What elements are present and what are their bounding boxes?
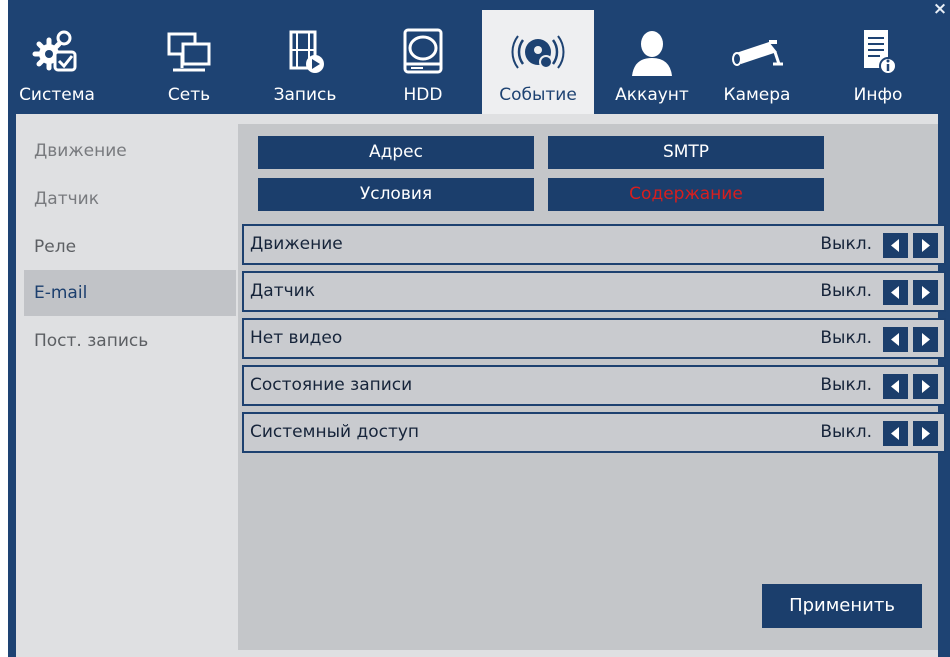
tab-label: Сеть: [167, 85, 211, 105]
bullet-camera-icon: [732, 40, 783, 66]
row-label: Нет видео: [250, 328, 343, 348]
option-row-record-status: Состояние записи Выкл.: [242, 365, 946, 406]
tab-label: Инфо: [853, 85, 903, 105]
arrow-right-icon[interactable]: [913, 374, 938, 399]
email-settings-panel: Адрес SMTP Условия Содержание Движение В…: [238, 124, 946, 650]
content-area: Движение Датчик Реле E-mail Пост. запись…: [16, 114, 946, 657]
film-record-icon: [289, 30, 324, 73]
arrow-left-icon[interactable]: [883, 421, 908, 446]
tab-label: HDD: [403, 85, 443, 105]
user-account-icon: [632, 31, 672, 76]
arrow-right-icon[interactable]: [913, 327, 938, 352]
sidebar-item-relay[interactable]: Реле: [24, 224, 236, 270]
tab-conditions[interactable]: Условия: [258, 178, 534, 211]
tab-record[interactable]: Запись: [264, 10, 346, 114]
tab-smtp[interactable]: SMTP: [548, 136, 824, 169]
tab-system[interactable]: Система: [16, 10, 98, 114]
row-value: Выкл.: [820, 375, 872, 395]
option-row-no-video: Нет видео Выкл.: [242, 318, 946, 359]
tab-hdd[interactable]: HDD: [388, 10, 458, 114]
tab-event[interactable]: Событие: [482, 10, 594, 114]
tab-label: Событие: [499, 85, 577, 105]
hard-drive-icon: [403, 28, 443, 74]
arrow-left-icon[interactable]: [883, 233, 908, 258]
arrow-left-icon[interactable]: [883, 327, 908, 352]
arrow-right-icon[interactable]: [913, 233, 938, 258]
option-row-system-access: Системный доступ Выкл.: [242, 412, 946, 453]
apply-button[interactable]: Применить: [762, 584, 922, 628]
row-label: Состояние записи: [250, 375, 413, 395]
sidebar-item-motion[interactable]: Движение: [24, 128, 236, 174]
tab-camera[interactable]: Камера: [714, 10, 800, 114]
tab-account[interactable]: Аккаунт: [604, 10, 700, 114]
row-label: Движение: [250, 234, 343, 254]
tab-address[interactable]: Адрес: [258, 136, 534, 169]
row-value: Выкл.: [820, 234, 872, 254]
row-label: Системный доступ: [250, 422, 420, 442]
row-value: Выкл.: [820, 281, 872, 301]
arrow-right-icon[interactable]: [913, 421, 938, 446]
tab-label: Камера: [723, 85, 791, 105]
sidebar-item-sensor[interactable]: Датчик: [24, 176, 236, 222]
sidebar-item-email[interactable]: E-mail: [24, 270, 236, 316]
info-document-icon: [864, 30, 897, 75]
network-monitors-icon: [167, 32, 211, 72]
main-tab-bar: Система Сеть Запись HDD Событие Аккаунт …: [16, 10, 946, 114]
arrow-left-icon[interactable]: [883, 280, 908, 305]
option-row-motion: Движение Выкл.: [242, 224, 946, 265]
tab-content[interactable]: Содержание: [548, 178, 824, 211]
row-value: Выкл.: [820, 328, 872, 348]
tab-label: Аккаунт: [615, 85, 689, 105]
gear-check-icon: [32, 30, 77, 72]
row-label: Датчик: [250, 281, 315, 301]
tab-label: Запись: [273, 85, 337, 105]
sidebar-item-scheduled-record[interactable]: Пост. запись: [24, 318, 236, 364]
alarm-event-icon: [511, 35, 565, 69]
arrow-right-icon[interactable]: [913, 280, 938, 305]
option-row-sensor: Датчик Выкл.: [242, 271, 946, 312]
row-value: Выкл.: [820, 422, 872, 442]
tab-network[interactable]: Сеть: [154, 10, 224, 114]
tab-info[interactable]: Инфо: [836, 10, 920, 114]
arrow-left-icon[interactable]: [883, 374, 908, 399]
tab-label: Система: [19, 85, 95, 105]
